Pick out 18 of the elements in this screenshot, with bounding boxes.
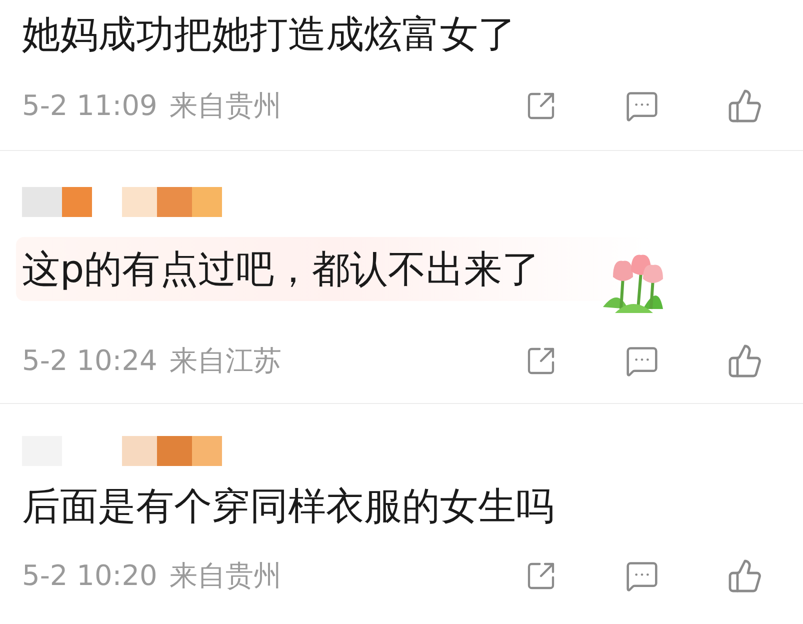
comment-time: 5-2 11:09	[22, 89, 158, 123]
share-icon	[525, 560, 557, 592]
thumbs-up-icon	[727, 343, 763, 379]
comment-time: 5-2 10:20	[22, 559, 158, 593]
comment-location: 来自贵州	[169, 89, 282, 123]
comment-location: 来自江苏	[169, 344, 282, 378]
thumbs-up-icon	[727, 88, 763, 124]
thumbs-up-icon	[727, 558, 763, 594]
comment-text: 这p的有点过吧，都认不出来了	[22, 246, 540, 293]
comment-time: 5-2 10:24	[22, 344, 158, 378]
share-icon	[525, 90, 557, 122]
comment-text: 后面是有个穿同样衣服的女生吗	[22, 483, 554, 530]
comment-icon	[625, 89, 659, 123]
comment-location: 来自贵州	[169, 559, 282, 593]
comment-icon	[625, 344, 659, 378]
comment-text: 她妈成功把她打造成炫富女了	[22, 11, 516, 58]
comment-icon	[625, 559, 659, 593]
share-icon	[525, 345, 557, 377]
